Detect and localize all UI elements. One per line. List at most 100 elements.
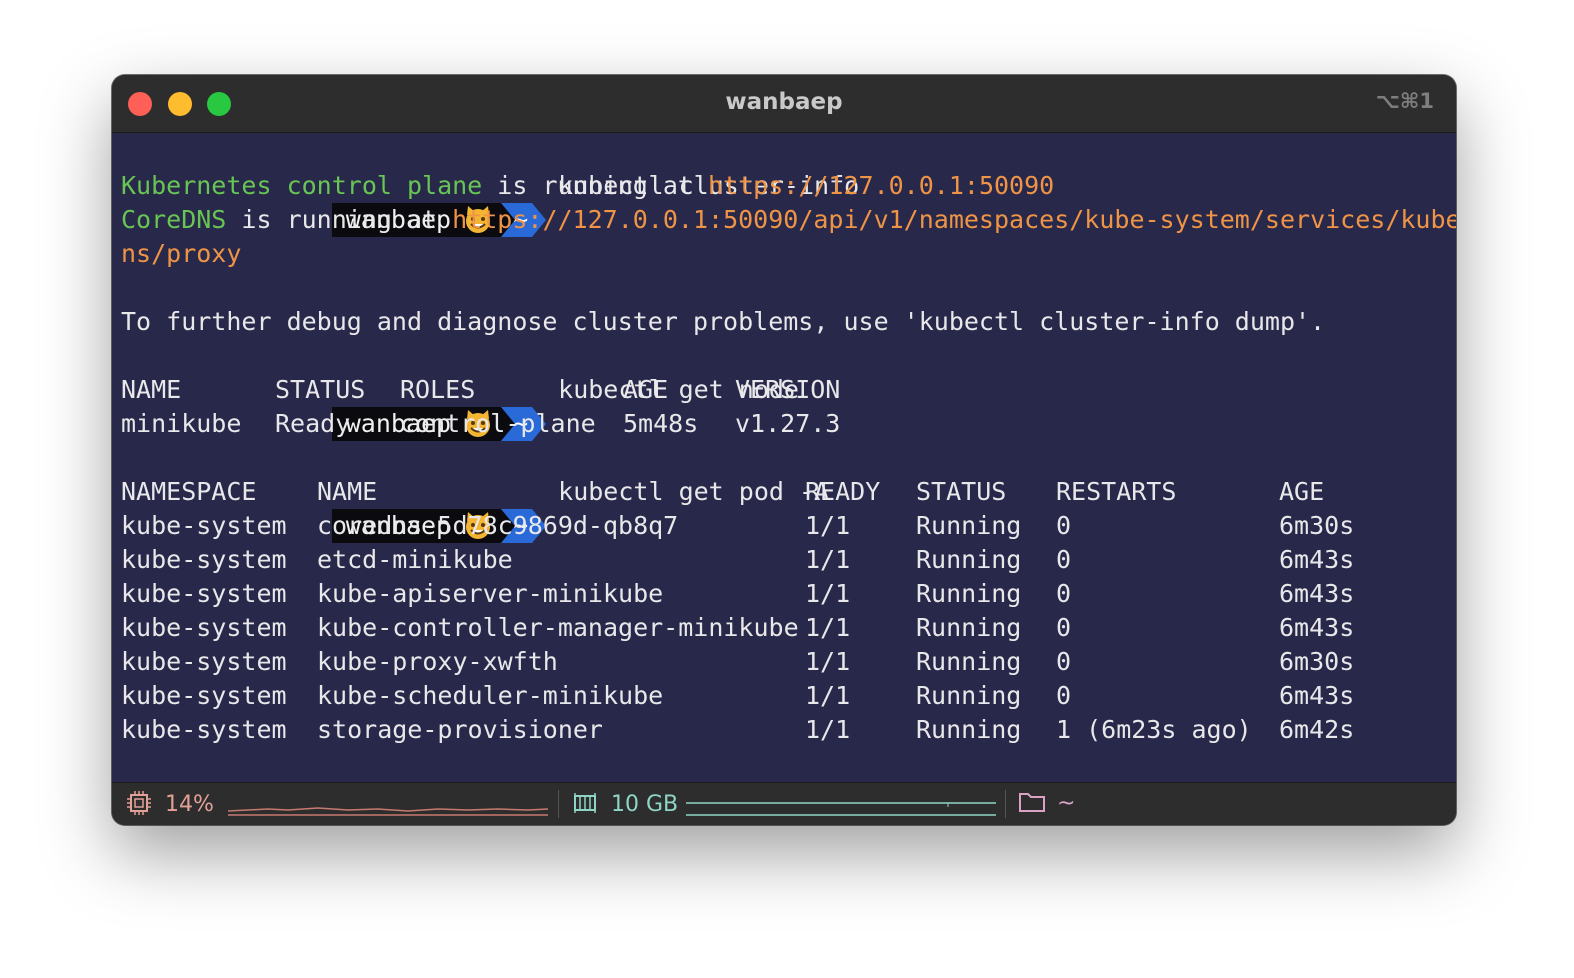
table-cell: kube-system	[121, 545, 287, 574]
output-text: is running at	[226, 205, 453, 234]
table-cell: 6m42s	[1279, 715, 1355, 744]
terminal-window: wanbaep ⌥⌘1 wanbaep ~ kubectl cluster-inf…	[112, 75, 1456, 825]
title-bar: wanbaep ⌥⌘1	[112, 75, 1456, 133]
table-cell: Running	[916, 579, 1022, 608]
column-header: AGE	[623, 375, 669, 404]
table-cell: Running	[916, 647, 1022, 676]
table-cell: v1.27.3	[735, 409, 841, 438]
current-directory: ~	[1057, 791, 1076, 816]
table-cell: Running	[916, 511, 1022, 540]
status-divider	[1005, 790, 1006, 818]
table-cell: 5m48s	[623, 409, 699, 438]
table-cell: kube-apiserver-minikube	[317, 579, 664, 608]
pod-table-row: kube-system storage-provisioner 1/1 Runn…	[121, 713, 1456, 747]
hint-text: To further debug and diagnose cluster pr…	[121, 307, 1326, 336]
table-cell: kube-system	[121, 715, 287, 744]
service-name: Kubernetes control plane	[121, 171, 483, 200]
pod-table-row: kube-system kube-controller-manager-mini…	[121, 611, 1456, 645]
table-cell: 1/1	[805, 613, 851, 642]
table-cell: kube-system	[121, 511, 287, 540]
table-cell: storage-provisioner	[317, 715, 603, 744]
column-header: RESTARTS	[1056, 477, 1177, 506]
table-cell: kube-system	[121, 681, 287, 710]
current-prompt-line[interactable]: wanbaep~	[121, 747, 1456, 825]
table-cell: etcd-minikube	[317, 545, 513, 574]
table-cell: 6m43s	[1279, 681, 1355, 710]
column-header: ROLES	[400, 375, 476, 404]
pod-table-row: kube-system kube-proxy-xwfth 1/1 Running…	[121, 645, 1456, 679]
terminal-output[interactable]: wanbaep ~ kubectl cluster-info Kubernetes…	[121, 135, 1456, 825]
memory-status[interactable]: 10 GB	[572, 790, 678, 818]
table-cell: kube-system	[121, 579, 287, 608]
table-cell: 6m43s	[1279, 613, 1355, 642]
table-cell: 6m30s	[1279, 647, 1355, 676]
table-cell: kube-scheduler-minikube	[317, 681, 664, 710]
column-header: READY	[805, 477, 881, 506]
memory-icon	[574, 793, 596, 813]
output-line: To further debug and diagnose cluster pr…	[121, 305, 1456, 339]
table-cell: 0	[1056, 579, 1072, 608]
prompt-line: wanbaep ~ kubectl get pod -A	[121, 441, 1456, 543]
table-cell: Running	[916, 681, 1022, 710]
table-cell: control-plane	[400, 409, 596, 438]
prompt-line: wanbaep ~ kubectl cluster-info	[121, 135, 1456, 237]
table-cell: 6m30s	[1279, 511, 1355, 540]
directory-status[interactable]: ~	[1018, 790, 1075, 818]
table-cell: 0	[1056, 647, 1072, 676]
service-name: CoreDNS	[121, 205, 227, 234]
folder-icon	[1019, 793, 1045, 812]
pod-table-header: NAMESPACE NAME READY STATUS RESTARTS AGE	[121, 475, 1456, 509]
column-header: NAME	[121, 375, 182, 404]
node-table-header: NAME STATUS ROLES AGE VERSION	[121, 373, 1456, 407]
table-cell: 1/1	[805, 681, 851, 710]
table-cell: Running	[916, 545, 1022, 574]
cpu-percent: 14%	[165, 792, 214, 817]
table-cell: 0	[1056, 613, 1072, 642]
status-divider	[558, 790, 559, 818]
status-bar: 14% 10 GB ~	[112, 782, 1456, 825]
table-cell: kube-system	[121, 647, 287, 676]
pod-table-row: kube-system etcd-minikube 1/1 Running 0 …	[121, 543, 1456, 577]
service-url[interactable]: https://127.0.0.1:50090/api/v1/namespace…	[452, 205, 1456, 234]
table-cell: minikube	[121, 409, 242, 438]
column-header: AGE	[1279, 477, 1325, 506]
table-cell: 1 (6m23s ago)	[1056, 715, 1252, 744]
output-line: ns/proxy	[121, 237, 1456, 271]
service-url-continued[interactable]: ns/proxy	[121, 239, 241, 268]
cpu-chip-icon	[127, 791, 151, 815]
table-cell: 0	[1056, 681, 1072, 710]
window-shortcut: ⌥⌘1	[1375, 89, 1434, 113]
column-header: STATUS	[916, 477, 1007, 506]
output-text: is running at	[482, 171, 709, 200]
memory-sparkline	[686, 802, 996, 816]
output-line: CoreDNS is running at https://127.0.0.1:…	[121, 203, 1456, 237]
node-table-row: minikube Ready control-plane 5m48s v1.27…	[121, 407, 1456, 441]
table-cell: 1/1	[805, 647, 851, 676]
column-header: NAME	[317, 477, 378, 506]
cpu-status[interactable]: 14%	[126, 790, 214, 818]
service-url[interactable]: https://127.0.0.1:50090	[708, 171, 1054, 200]
table-cell: 1/1	[805, 579, 851, 608]
table-cell: 1/1	[805, 545, 851, 574]
table-cell: 0	[1056, 511, 1072, 540]
pod-table-row: kube-system kube-apiserver-minikube 1/1 …	[121, 577, 1456, 611]
table-cell: 6m43s	[1279, 579, 1355, 608]
table-cell: 1/1	[805, 715, 851, 744]
output-line: Kubernetes control plane is running at h…	[121, 169, 1456, 203]
prompt-line: wanbaep ~ kubectl get node	[121, 339, 1456, 441]
table-cell: kube-system	[121, 613, 287, 642]
table-cell: Ready	[275, 409, 351, 438]
table-cell: kube-controller-manager-minikube	[317, 613, 799, 642]
table-cell: Running	[916, 613, 1022, 642]
memory-amount: 10 GB	[611, 792, 679, 817]
column-header: STATUS	[275, 375, 366, 404]
column-header: VERSION	[735, 375, 841, 404]
table-cell: kube-proxy-xwfth	[317, 647, 558, 676]
pod-table-row: kube-system kube-scheduler-minikube 1/1 …	[121, 679, 1456, 713]
table-cell: 6m43s	[1279, 545, 1355, 574]
column-header: NAMESPACE	[121, 477, 257, 506]
table-cell: 0	[1056, 545, 1072, 574]
table-cell: coredns-5d78c9869d-qb8q7	[317, 511, 679, 540]
table-cell: Running	[916, 715, 1022, 744]
